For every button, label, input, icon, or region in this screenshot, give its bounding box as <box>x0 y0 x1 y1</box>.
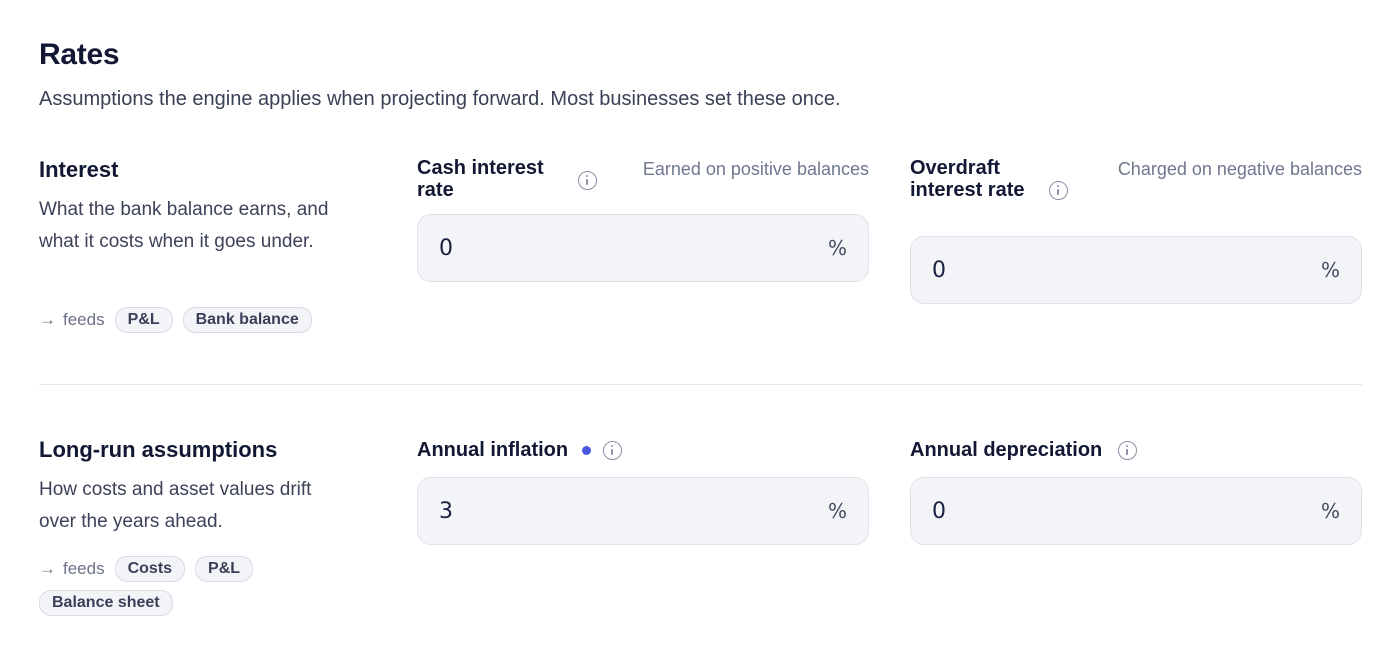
annual-inflation-input[interactable]: 3 % <box>417 477 869 545</box>
feeds-chip: Balance sheet <box>39 590 173 616</box>
feeds-chip: P&L <box>195 556 254 582</box>
section-description: What the bank balance earns, and what it… <box>39 199 329 252</box>
feeds-row: → feeds Costs P&L Balance sheet <box>39 556 339 616</box>
feeds-row: → feeds P&L Bank balance <box>39 307 369 333</box>
field-label: Cash interest rate <box>417 157 544 201</box>
feeds-label: → feeds <box>39 310 105 329</box>
annual-depreciation-field: Annual depreciation 0 % <box>910 439 1362 545</box>
info-icon[interactable] <box>1049 181 1068 200</box>
annual-depreciation-input[interactable]: 0 % <box>910 477 1362 545</box>
feeds-chip: P&L <box>114 307 173 333</box>
info-icon[interactable] <box>1118 440 1138 460</box>
cash-interest-rate-input[interactable]: 0 % <box>417 214 869 282</box>
overdraft-interest-rate-input[interactable]: 0 % <box>910 236 1362 304</box>
section-title: Interest <box>39 157 119 182</box>
field-header: Annual depreciation <box>910 439 1362 461</box>
page-title: Rates <box>39 38 120 71</box>
field-label: Annual depreciation <box>910 439 1103 461</box>
rates-settings-page: Rates Assumptions the engine applies whe… <box>0 0 1400 655</box>
section-description: How costs and asset values drift over th… <box>39 479 312 532</box>
feeds-chip: Costs <box>114 556 186 582</box>
info-icon[interactable] <box>603 440 623 460</box>
input-value: 0 <box>439 235 453 261</box>
info-icon[interactable] <box>578 171 597 190</box>
arrow-right-icon: → <box>39 310 56 329</box>
field-hint: Earned on positive balances <box>642 159 869 179</box>
field-header: Annual inflation <box>417 439 869 461</box>
field-header: Overdraft interest rate Charged on negat… <box>910 157 1362 201</box>
input-value: 3 <box>439 498 453 524</box>
arrow-right-icon: → <box>39 559 56 578</box>
field-label: Annual inflation <box>417 439 569 461</box>
unit-percent: % <box>1320 258 1340 282</box>
section-title: Long-run assumptions <box>39 437 278 462</box>
feeds-label: → feeds <box>39 559 105 578</box>
clipped-content-below <box>400 648 720 655</box>
page-subtitle: Assumptions the engine applies when proj… <box>39 88 841 110</box>
unit-percent: % <box>827 236 847 260</box>
modified-indicator-dot <box>582 445 592 455</box>
field-hint: Charged on negative balances <box>1117 159 1362 179</box>
field-header: Cash interest rate Earned on positive ba… <box>417 157 869 201</box>
input-value: 0 <box>932 257 946 283</box>
unit-percent: % <box>1320 499 1340 523</box>
feeds-chip: Bank balance <box>182 307 312 333</box>
overdraft-interest-rate-field: Overdraft interest rate Charged on negat… <box>910 157 1362 304</box>
field-label: Overdraft interest rate <box>910 157 1025 201</box>
annual-inflation-field: Annual inflation 3 % <box>417 439 869 545</box>
cash-interest-rate-field: Cash interest rate Earned on positive ba… <box>417 157 869 282</box>
section-divider <box>39 384 1362 385</box>
clipped-content-below <box>875 648 1225 655</box>
unit-percent: % <box>827 499 847 523</box>
input-value: 0 <box>932 498 946 524</box>
